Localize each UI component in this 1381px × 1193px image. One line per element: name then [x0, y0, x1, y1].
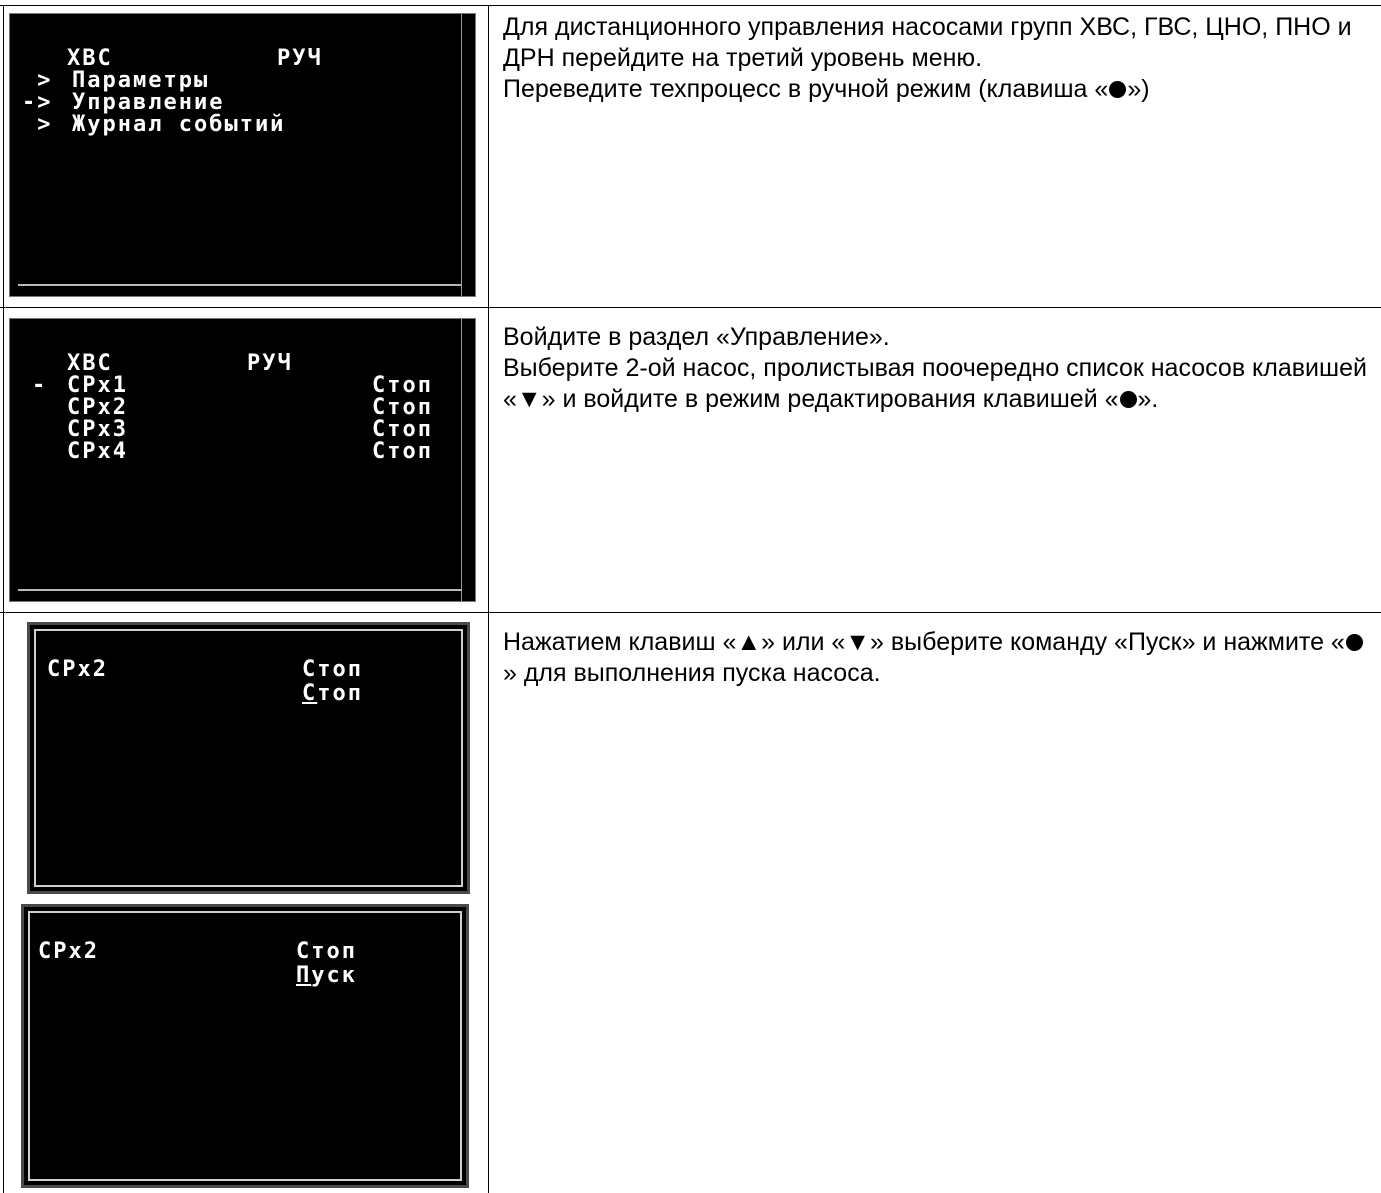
circle-key-icon [1119, 391, 1137, 408]
instruction-text-3: Нажатием клавиш «▲» или «▼» выберите ком… [503, 627, 1375, 689]
pump-state: Стоп [302, 657, 363, 682]
circle-key-icon [1109, 81, 1127, 98]
menu-label: Параметры [72, 68, 210, 93]
row-divider [0, 612, 1381, 613]
menu-label: Журнал событий [72, 112, 286, 137]
lcd-header-right: РУЧ [277, 46, 323, 71]
column-divider [488, 5, 489, 1193]
instruction-paragraph: Для дистанционного управления насосами г… [503, 13, 1352, 72]
instruction-text-1: Для дистанционного управления насосами г… [503, 12, 1375, 105]
pump-state: Стоп [372, 417, 433, 442]
instruction-paragraph: Войдите в раздел «Управление». [503, 323, 890, 351]
circle-key-icon [1345, 634, 1363, 651]
pump-state: Стоп [296, 939, 357, 964]
pump-state: Стоп [372, 395, 433, 420]
menu-label: Управление [72, 90, 225, 115]
lcd-screen-pump-stop: СРх2 Стоп Стоп [27, 622, 470, 894]
instruction-paragraph: Выберите 2-ой насос, пролистывая поочере… [503, 354, 1367, 413]
menu-marker: > [22, 112, 53, 137]
pump-name: СРх2 [38, 939, 99, 964]
lcd-header-right: РУЧ [247, 351, 293, 376]
instruction-paragraph: Переведите техпроцесс в ручной режим (кл… [503, 75, 1150, 103]
pump-name: СРх1 [67, 373, 128, 398]
lcd-screen-pump-start: СРх2 Стоп Пуск [21, 904, 469, 1188]
pump-state: Стоп [372, 373, 433, 398]
lcd-header-left: ХВС [67, 46, 113, 71]
lcd-screen-pump-list: ХВС РУЧ - СРх1 Стоп СРх2 Стоп СРх3 Стоп … [9, 318, 476, 602]
pump-name: СРх4 [67, 439, 128, 464]
pump-name: СРх3 [67, 417, 128, 442]
instruction-text-2: Войдите в раздел «Управление». Выберите … [503, 322, 1375, 415]
menu-marker: > [22, 68, 53, 93]
pump-command-selector[interactable]: Стоп [302, 683, 363, 705]
pump-name: СРх2 [67, 395, 128, 420]
table-top-border [0, 5, 1381, 6]
lcd-screen-main-menu: ХВС РУЧ > Параметры -> Управление > Журн… [9, 13, 476, 297]
pump-command-selector[interactable]: Пуск [296, 965, 357, 987]
pump-name: СРх2 [47, 657, 108, 682]
row-divider [0, 307, 1381, 308]
instruction-paragraph: Нажатием клавиш «▲» или «▼» выберите ком… [503, 627, 1375, 689]
pump-state: Стоп [372, 439, 433, 464]
pump-cursor: - [32, 373, 48, 398]
lcd-header-left: ХВС [67, 351, 113, 376]
table-left-border [3, 5, 4, 1193]
menu-cursor: -> [22, 90, 53, 115]
